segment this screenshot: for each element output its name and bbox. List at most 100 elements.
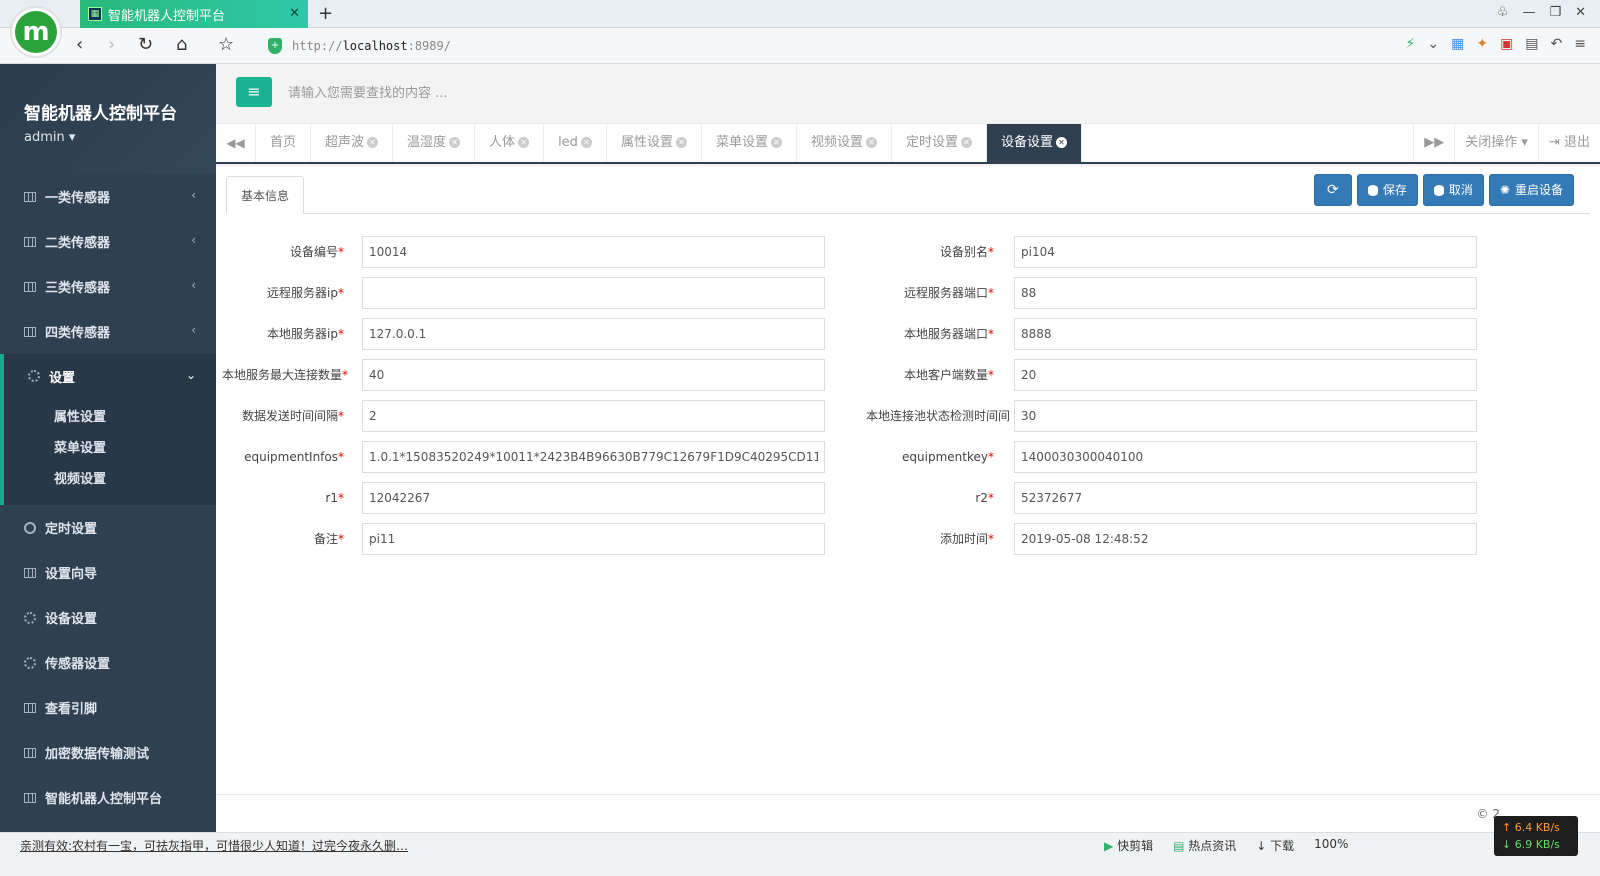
submenu-item-property[interactable]: 属性设置 (4, 402, 216, 433)
equipment-infos-input[interactable] (362, 441, 825, 473)
tab-menu-settings[interactable]: 菜单设置 ✕ (702, 124, 797, 162)
close-tab-icon[interactable]: ✕ (961, 137, 972, 148)
tab-device-settings[interactable]: 设备设置 ✕ (987, 124, 1083, 162)
dropdown-chevron-icon[interactable]: ⌄ (1427, 36, 1439, 52)
tab-property-settings[interactable]: 属性设置 ✕ (607, 124, 702, 162)
close-tab-icon[interactable]: ✕ (770, 137, 782, 148)
r2-input[interactable] (1014, 482, 1477, 514)
r1-input[interactable] (362, 482, 825, 514)
local-server-port-input[interactable] (1014, 318, 1477, 350)
page-tabs: ◀◀ 首页 超声波 ✕ 温湿度 ✕ 人体 ✕ led ✕ 属性设置 ✕ 菜单设置 ✕ 视频设… (216, 124, 1600, 164)
sidebar-item-platform[interactable]: 智能机器人控制平台 (0, 775, 216, 820)
tab-ultrasonic[interactable]: 超声波 ✕ (311, 124, 394, 162)
pool-check-interval-input[interactable] (1014, 400, 1477, 432)
zoom-level[interactable]: 100% (1314, 837, 1348, 854)
minimize-button[interactable]: — (1522, 5, 1535, 20)
tab-home[interactable]: 首页 (256, 124, 312, 162)
field-label: 添加时间* (939, 532, 994, 546)
sidebar-item-sensor-2[interactable]: 二类传感器 ‹ (0, 219, 216, 264)
apps-icon[interactable]: ▦ (1451, 36, 1464, 52)
close-operations-dropdown[interactable]: 关闭操作 ▾ (1454, 124, 1538, 162)
sidebar-item-settings[interactable]: 设置 ⌄ (0, 354, 216, 398)
form-row: equipmentInfos* equipmentkey* (216, 441, 1600, 473)
extension-icon[interactable]: ✦ (1476, 36, 1488, 52)
close-window-button[interactable]: ✕ (1575, 5, 1586, 20)
tab-temp-humidity[interactable]: 温湿度 ✕ (393, 124, 476, 162)
close-tab-icon[interactable]: ✕ (865, 137, 877, 148)
submenu-item-menu[interactable]: 菜单设置 (4, 433, 216, 464)
cancel-button[interactable]: 取消 (1422, 174, 1484, 206)
sidebar: 智能机器人控制平台 admin ▾ 一类传感器 ‹ 二类传感器 ‹ 三类传感器 ‹ 四… (0, 64, 216, 832)
tab-human[interactable]: 人体 ✕ (475, 124, 545, 162)
close-tab-icon[interactable]: ✕ (449, 137, 461, 148)
refresh-button[interactable]: ⟳ (1313, 174, 1352, 206)
browser-active-tab[interactable]: ▦ 智能机器人控制平台 ✕ (80, 0, 308, 28)
max-connections-input[interactable] (362, 359, 825, 391)
form-row: 设备编号* 设备别名* (216, 236, 1600, 268)
close-tab-icon[interactable]: ✕ (675, 137, 687, 148)
reboot-device-button[interactable]: ✺ 重启设备 (1488, 174, 1574, 206)
search-input[interactable] (280, 80, 680, 106)
undo-icon[interactable]: ↶ (1551, 36, 1563, 52)
close-tab-icon[interactable]: ✕ (289, 6, 300, 21)
tab-timer-settings[interactable]: 定时设置 ✕ (892, 124, 987, 162)
bookmark-star-icon[interactable]: ☆ (218, 34, 234, 55)
device-id-input[interactable] (362, 236, 825, 268)
sidebar-item-encrypt-test[interactable]: 加密数据传输测试 (0, 730, 216, 775)
tab-basic-info[interactable]: 基本信息 (226, 176, 305, 214)
tabs-scroll-right-button[interactable]: ▶▶ (1413, 124, 1454, 162)
news-ticker-link[interactable]: 亲测有效:农村有一宝，可祛灰指甲，可惜很少人知道！过完今夜永久删… (20, 837, 408, 854)
sidebar-item-device[interactable]: 设备设置 (0, 595, 216, 640)
send-interval-input[interactable] (362, 400, 825, 432)
sidebar-item-sensor-1[interactable]: 一类传感器 ‹ (0, 174, 216, 219)
menu-icon[interactable]: ≡ (1574, 36, 1586, 52)
logout-button[interactable]: ⇥ 退出 (1537, 124, 1600, 162)
quick-clip-button[interactable]: ▶ 快剪辑 (1104, 837, 1153, 854)
save-button[interactable]: 保存 (1356, 174, 1418, 206)
download-speed: ↓ 6.9 KB/s (1502, 838, 1560, 851)
close-tab-icon[interactable]: ✕ (580, 137, 592, 148)
sidebar-item-wizard[interactable]: 设置向导 (0, 550, 216, 595)
tab-led[interactable]: led ✕ (544, 124, 607, 162)
form-row: 本地服务最大连接数量* 本地客户端数量* (216, 359, 1600, 391)
remote-server-ip-input[interactable] (362, 277, 825, 309)
shirt-icon[interactable]: ♧ (1497, 5, 1509, 20)
download-button[interactable]: ↓ 下载 (1256, 837, 1294, 854)
restore-button[interactable]: ❐ (1549, 5, 1561, 20)
tabs-scroll-left-button[interactable]: ◀◀ (216, 124, 256, 162)
close-tab-icon[interactable]: ✕ (367, 137, 379, 148)
add-time-input[interactable] (1014, 523, 1477, 555)
url-field[interactable]: + http://localhost:8989/ (268, 33, 1288, 59)
close-tab-icon[interactable]: ✕ (1056, 137, 1068, 148)
tab-video-settings[interactable]: 视频设置 ✕ (797, 124, 892, 162)
remote-server-port-input[interactable] (1014, 277, 1477, 309)
equipment-key-input[interactable] (1014, 441, 1477, 473)
close-tab-icon[interactable]: ✕ (518, 137, 530, 148)
submenu-item-video[interactable]: 视频设置 (4, 464, 216, 495)
field-label: 本地服务器ip* (267, 327, 344, 341)
sidebar-item-timer[interactable]: 定时设置 (0, 505, 216, 550)
hot-news-button[interactable]: ▤ 热点资讯 (1173, 837, 1236, 854)
field-label: 远程服务器端口* (903, 286, 994, 300)
local-client-count-input[interactable] (1014, 359, 1477, 391)
sidebar-item-pins[interactable]: 查看引脚 (0, 685, 216, 730)
remark-input[interactable] (362, 523, 825, 555)
forward-button[interactable]: › (108, 34, 115, 55)
home-button[interactable]: ⌂ (176, 34, 187, 55)
device-alias-input[interactable] (1014, 236, 1477, 268)
notification-icon[interactable]: ▤ (1525, 36, 1538, 52)
menu-toggle-button[interactable]: ≡ (236, 77, 272, 107)
sidebar-item-sensor-4[interactable]: 四类传感器 ‹ (0, 309, 216, 354)
sidebar-item-sensor-settings[interactable]: 传感器设置 (0, 640, 216, 685)
accelerator-icon[interactable]: ⚡ (1406, 36, 1416, 52)
local-server-ip-input[interactable] (362, 318, 825, 350)
grid-icon (24, 747, 36, 758)
sidebar-item-sensor-3[interactable]: 三类传感器 ‹ (0, 264, 216, 309)
user-dropdown[interactable]: admin ▾ (24, 130, 216, 145)
form-row: 本地服务器ip* 本地服务器端口* (216, 318, 1600, 350)
adobe-icon[interactable]: ▣ (1500, 36, 1513, 52)
new-tab-button[interactable]: + (318, 3, 333, 24)
reload-button[interactable]: ↻ (138, 34, 153, 55)
browser-logo[interactable]: m (10, 6, 62, 58)
back-button[interactable]: ‹ (76, 34, 83, 55)
